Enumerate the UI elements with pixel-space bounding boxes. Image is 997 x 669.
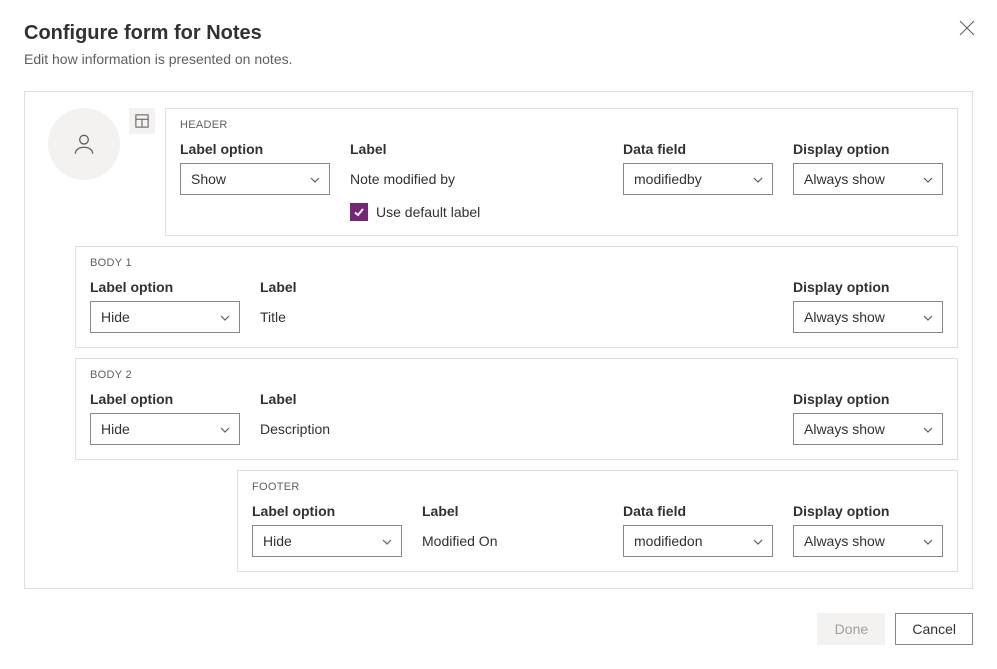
- chevron-down-icon: [752, 535, 764, 547]
- field-label-label-option: Label option: [90, 391, 240, 407]
- header-label-value: Note modified by: [350, 163, 603, 195]
- select-value: Always show: [804, 171, 885, 187]
- select-value: Hide: [101, 309, 130, 325]
- field-label-label: Label: [422, 503, 603, 519]
- field-label-label-option: Label option: [90, 279, 240, 295]
- chevron-down-icon: [309, 173, 321, 185]
- use-default-label-text: Use default label: [376, 204, 480, 220]
- field-label-data-field: Data field: [623, 503, 773, 519]
- cancel-button[interactable]: Cancel: [895, 613, 973, 645]
- chevron-down-icon: [752, 173, 764, 185]
- field-label-display-option: Display option: [793, 141, 943, 157]
- form-layout-icon: [129, 108, 155, 134]
- section-body2: BODY 2 Label option Hide Label Descripti…: [75, 358, 958, 460]
- select-value: Show: [191, 171, 226, 187]
- section-footer: FOOTER Label option Hide Label Modified …: [237, 470, 958, 572]
- body2-label-value: Description: [260, 413, 773, 445]
- close-icon[interactable]: [959, 20, 975, 36]
- use-default-label-checkbox[interactable]: [350, 203, 368, 221]
- section-title-footer: FOOTER: [252, 481, 943, 493]
- select-value: Always show: [804, 309, 885, 325]
- body1-label-value: Title: [260, 301, 773, 333]
- section-body1: BODY 1 Label option Hide Label Title: [75, 246, 958, 348]
- footer-label-option-select[interactable]: Hide: [252, 525, 402, 557]
- field-label-label: Label: [260, 279, 773, 295]
- field-label-display-option: Display option: [793, 391, 943, 407]
- select-value: Hide: [263, 533, 292, 549]
- avatar-placeholder-icon: [48, 108, 120, 180]
- section-title-body1: BODY 1: [90, 257, 943, 269]
- select-value: Always show: [804, 533, 885, 549]
- dialog-subtitle: Edit how information is presented on not…: [24, 51, 973, 67]
- field-label-label: Label: [260, 391, 773, 407]
- field-label-label: Label: [350, 141, 603, 157]
- header-label-option-select[interactable]: Show: [180, 163, 330, 195]
- configure-form-dialog: Configure form for Notes Edit how inform…: [0, 0, 997, 669]
- field-label-display-option: Display option: [793, 279, 943, 295]
- footer-label-value: Modified On: [422, 525, 603, 557]
- body1-label-option-select[interactable]: Hide: [90, 301, 240, 333]
- chevron-down-icon: [219, 311, 231, 323]
- body2-label-option-select[interactable]: Hide: [90, 413, 240, 445]
- chevron-down-icon: [381, 535, 393, 547]
- dialog-footer: Done Cancel: [24, 613, 973, 645]
- select-value: Always show: [804, 421, 885, 437]
- body1-display-option-select[interactable]: Always show: [793, 301, 943, 333]
- field-label-display-option: Display option: [793, 503, 943, 519]
- section-header: HEADER Label option Show Label Note modi…: [165, 108, 958, 236]
- body2-display-option-select[interactable]: Always show: [793, 413, 943, 445]
- form-layout-card: HEADER Label option Show Label Note modi…: [24, 91, 973, 589]
- header-data-field-select[interactable]: modifiedby: [623, 163, 773, 195]
- chevron-down-icon: [219, 423, 231, 435]
- field-label-label-option: Label option: [252, 503, 402, 519]
- select-value: modifiedby: [634, 171, 702, 187]
- section-title-body2: BODY 2: [90, 369, 943, 381]
- chevron-down-icon: [922, 535, 934, 547]
- footer-display-option-select[interactable]: Always show: [793, 525, 943, 557]
- field-label-data-field: Data field: [623, 141, 773, 157]
- select-value: modifiedon: [634, 533, 703, 549]
- chevron-down-icon: [922, 173, 934, 185]
- dialog-title: Configure form for Notes: [24, 22, 973, 45]
- header-display-option-select[interactable]: Always show: [793, 163, 943, 195]
- done-button: Done: [817, 613, 885, 645]
- chevron-down-icon: [922, 423, 934, 435]
- field-label-label-option: Label option: [180, 141, 330, 157]
- select-value: Hide: [101, 421, 130, 437]
- footer-data-field-select[interactable]: modifiedon: [623, 525, 773, 557]
- chevron-down-icon: [922, 311, 934, 323]
- section-title-header: HEADER: [180, 119, 943, 131]
